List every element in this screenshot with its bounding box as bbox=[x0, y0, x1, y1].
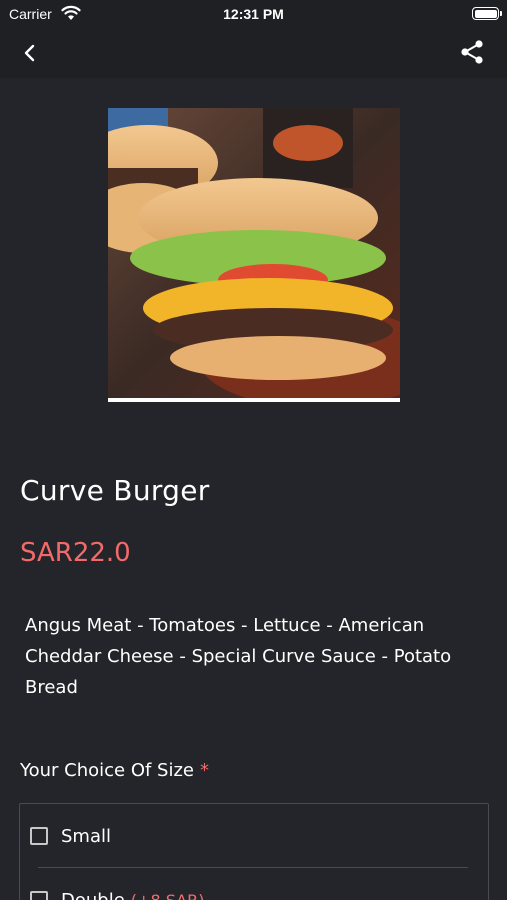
battery-icon bbox=[472, 7, 499, 20]
checkbox-double[interactable] bbox=[30, 891, 48, 900]
chevron-left-icon[interactable] bbox=[16, 39, 44, 67]
size-section-title: Your Choice Of Size * bbox=[20, 760, 209, 781]
battery-tip bbox=[500, 11, 502, 16]
option-label: Small bbox=[61, 825, 111, 847]
option-small[interactable]: Small bbox=[30, 824, 111, 848]
product-name: Curve Burger bbox=[20, 474, 210, 507]
option-double[interactable]: Double (+8 SAR) bbox=[30, 888, 204, 900]
required-marker: * bbox=[200, 760, 210, 781]
option-label: Double bbox=[61, 889, 125, 900]
size-section-label: Your Choice Of Size bbox=[20, 760, 195, 781]
nav-bar bbox=[0, 28, 507, 78]
product-image bbox=[108, 108, 400, 402]
option-extra-price: (+8 SAR) bbox=[130, 890, 205, 900]
option-divider bbox=[38, 867, 468, 868]
status-bar: Carrier 12:31 PM bbox=[0, 0, 507, 28]
share-icon[interactable] bbox=[458, 38, 486, 66]
size-options: Small Double (+8 SAR) bbox=[19, 803, 489, 900]
product-description: Angus Meat - Tomatoes - Lettuce - Americ… bbox=[25, 615, 452, 698]
checkbox-small[interactable] bbox=[30, 827, 48, 845]
product-price: SAR22.0 bbox=[20, 538, 131, 568]
clock: 12:31 PM bbox=[223, 6, 284, 22]
